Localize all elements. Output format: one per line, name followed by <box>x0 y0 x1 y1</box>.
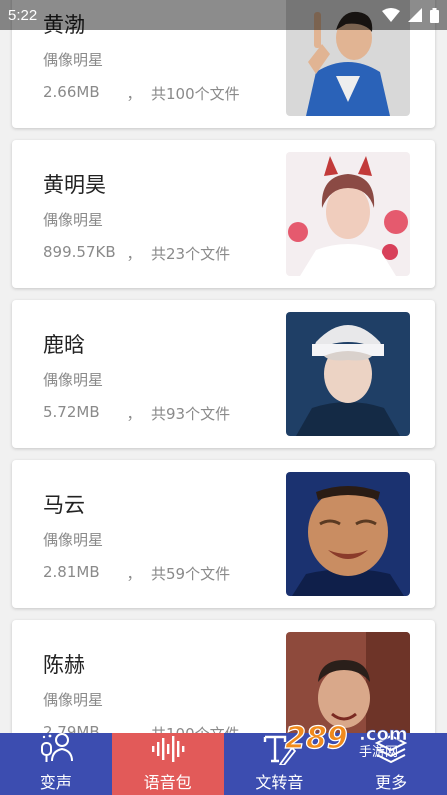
status-time: 5:22 <box>8 6 38 24</box>
item-separator: ， <box>126 85 142 103</box>
signal-icon <box>408 8 422 22</box>
item-category: 偶像明星 <box>43 51 104 69</box>
tab-label: 文转音 <box>255 773 304 792</box>
item-meta: 5.72MB ， 共93个文件 <box>43 403 230 424</box>
bottom-nav: 变声 语音包 文转音 更多 <box>0 733 447 795</box>
item-name: 陈赫 <box>43 653 85 677</box>
item-separator: ， <box>126 405 142 423</box>
item-count: 共100个文件 <box>151 85 240 103</box>
voice-changer-icon <box>38 731 74 765</box>
item-category: 偶像明星 <box>43 531 104 549</box>
wifi-icon <box>382 8 400 22</box>
item-size: 2.81MB <box>43 563 100 581</box>
tab-label: 变声 <box>39 773 72 792</box>
item-size: 899.57KB <box>43 243 116 261</box>
item-category: 偶像明星 <box>43 691 104 709</box>
item-thumbnail <box>286 312 410 436</box>
item-name: 黄明昊 <box>43 173 106 197</box>
tab-sound-pack[interactable]: 语音包 <box>111 733 224 795</box>
item-thumbnail <box>286 152 410 276</box>
tab-text-to-speech[interactable]: 文转音 <box>224 733 336 795</box>
item-count: 共23个文件 <box>151 245 231 263</box>
status-icons <box>382 7 439 23</box>
battery-icon <box>430 7 439 23</box>
tab-label: 更多 <box>375 773 408 792</box>
item-size: 5.72MB <box>43 403 100 421</box>
tab-voice-changer[interactable]: 变声 <box>0 733 112 795</box>
item-category: 偶像明星 <box>43 371 104 389</box>
item-name: 马云 <box>43 493 85 517</box>
item-meta: 2.66MB ， 共100个文件 <box>43 83 240 104</box>
tab-label: 语音包 <box>143 773 192 792</box>
list-item[interactable]: 马云 偶像明星 2.81MB ， 共59个文件 <box>12 460 435 608</box>
item-separator: ， <box>126 245 142 263</box>
item-meta: 2.81MB ， 共59个文件 <box>43 563 230 584</box>
item-name: 鹿晗 <box>43 333 85 357</box>
item-meta: 899.57KB ， 共23个文件 <box>43 243 230 264</box>
item-count: 共93个文件 <box>151 405 231 423</box>
status-bar: 5:22 <box>0 0 447 30</box>
list-item[interactable]: 鹿晗 偶像明星 5.72MB ， 共93个文件 <box>12 300 435 448</box>
item-separator: ， <box>126 565 142 583</box>
list-item[interactable]: 黄明昊 偶像明星 899.57KB ， 共23个文件 <box>12 140 435 288</box>
layers-icon <box>375 733 408 765</box>
item-category: 偶像明星 <box>43 211 104 229</box>
item-count: 共59个文件 <box>151 565 231 583</box>
item-size: 2.66MB <box>43 83 100 101</box>
waveform-icon <box>151 733 185 765</box>
tab-more[interactable]: 更多 <box>335 733 447 795</box>
text-to-speech-icon <box>262 733 297 765</box>
item-thumbnail <box>286 472 410 596</box>
